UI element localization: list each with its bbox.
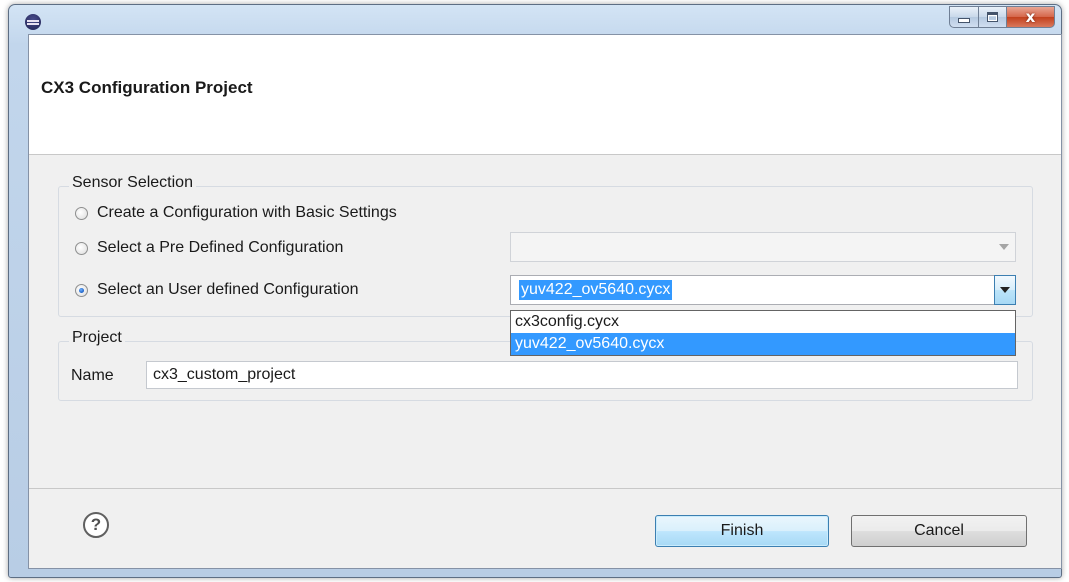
radio-button-checked[interactable] — [75, 283, 88, 297]
maximize-icon — [987, 12, 998, 22]
project-name-input[interactable]: cx3_custom_project — [146, 361, 1018, 389]
dialog-client: CX3 Configuration Project Sensor Selecti… — [28, 34, 1062, 569]
radio-label: Create a Configuration with Basic Settin… — [97, 204, 397, 221]
caption-buttons: x — [949, 6, 1055, 28]
cancel-button[interactable]: Cancel — [851, 515, 1027, 547]
eclipse-icon — [25, 14, 41, 30]
dropdown-option-selected[interactable]: yuv422_ov5640.cycx — [511, 333, 1015, 355]
close-icon: x — [1025, 8, 1036, 26]
radio-label: Select a Pre Defined Configuration — [97, 239, 344, 256]
dropdown-option[interactable]: cx3config.cycx — [511, 311, 1015, 333]
radio-basic-settings[interactable]: Create a Configuration with Basic Settin… — [75, 204, 397, 222]
project-group-title: Project — [69, 329, 125, 347]
name-label: Name — [71, 367, 114, 384]
radio-button[interactable] — [75, 206, 88, 220]
user-config-value[interactable]: yuv422_ov5640.cycx — [519, 280, 673, 300]
project-name-value: cx3_custom_project — [153, 366, 296, 383]
config-dropdown-list: cx3config.cycx yuv422_ov5640.cycx — [510, 310, 1016, 356]
radio-label: Select an User defined Configuration — [97, 281, 359, 298]
minimize-button[interactable] — [949, 6, 979, 28]
help-icon[interactable]: ? — [83, 512, 109, 538]
page-title: CX3 Configuration Project — [41, 78, 253, 97]
help-glyph: ? — [90, 515, 102, 534]
radio-button[interactable] — [75, 241, 88, 255]
radio-user-defined-config[interactable]: Select an User defined Configuration — [75, 281, 359, 299]
radio-predefined-config[interactable]: Select a Pre Defined Configuration — [75, 239, 343, 257]
close-button[interactable]: x — [1007, 6, 1055, 28]
user-config-combo[interactable]: yuv422_ov5640.cycx — [510, 275, 1016, 305]
maximize-button[interactable] — [979, 6, 1007, 28]
sensor-selection-title: Sensor Selection — [69, 174, 196, 192]
minimize-icon — [958, 18, 970, 23]
predefined-config-combo — [510, 232, 1016, 262]
chevron-down-icon — [999, 244, 1009, 250]
chevron-down-icon — [1000, 287, 1010, 293]
finish-button[interactable]: Finish — [655, 515, 829, 547]
wizard-header: CX3 Configuration Project — [29, 35, 1061, 155]
combo-dropdown-button[interactable] — [994, 275, 1016, 305]
cancel-label: Cancel — [914, 522, 964, 539]
finish-label: Finish — [720, 522, 764, 539]
combo-arrow — [993, 233, 1015, 261]
footer-divider — [29, 488, 1061, 489]
